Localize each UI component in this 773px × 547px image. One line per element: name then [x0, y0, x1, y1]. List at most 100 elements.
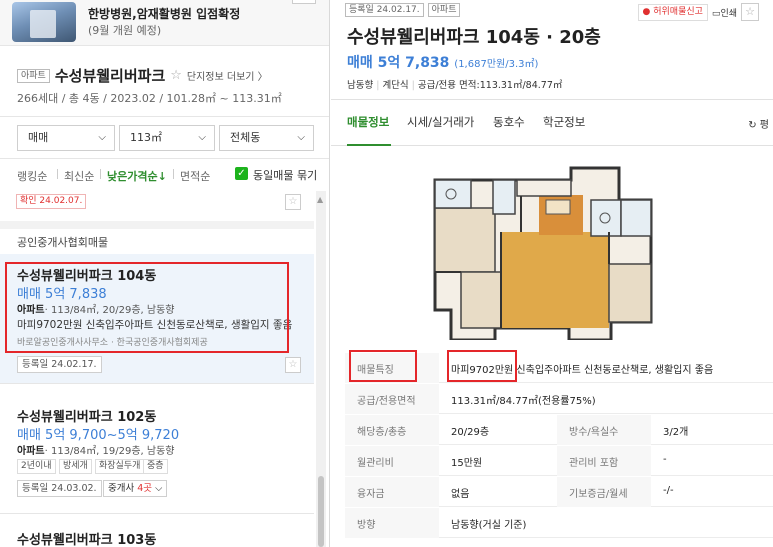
dong-select[interactable]: 전체동 ⌵ [219, 125, 314, 151]
sort-bar: 랭킹순 최신순 낮은가격순↓ 면적순 ✓ 동일매물 묶기 [0, 159, 329, 191]
list-item[interactable]: 수성뷰웰리버파크 102동 매매 5억 9,700~5억 9,720 아파트· … [0, 393, 314, 508]
row-label: 기보증금/월세 [569, 489, 628, 500]
listing-date: 등록일 24.02.17. [17, 356, 102, 373]
promo-close-edge[interactable] [292, 0, 316, 4]
tab-listing-info[interactable]: 매물정보 [347, 114, 389, 130]
detail-date-tag: 등록일 24.02.17. [345, 3, 424, 17]
listing-date: 등록일 24.03.02. [17, 480, 102, 497]
agent-count-value: 4곳 [137, 483, 153, 494]
sort-latest[interactable]: 최신순 [64, 168, 94, 184]
confirm-badge: 확인 24.02.07. [16, 194, 87, 209]
dong-value: 전체동 [230, 131, 261, 144]
report-label: 허위매물신고 [653, 6, 703, 17]
chevron-down-icon: ⌵ [297, 132, 305, 143]
tab-school-info[interactable]: 학군정보 [543, 114, 585, 130]
detail-price: 매매 5억 7,838 (1,687만원/3.3㎡) [347, 52, 538, 72]
tab-unit-number[interactable]: 동호수 [493, 114, 525, 130]
complex-header: 아파트 수성뷰웰리버파크 ☆ 단지정보 더보기 〉 266세대 / 총 4동 /… [0, 46, 329, 116]
row-label: 관리비 포함 [569, 458, 619, 469]
row-label: 융자금 [357, 489, 385, 500]
row-label: 해당층/총층 [357, 427, 407, 438]
detail-type-tag: 아파트 [427, 3, 461, 17]
scrollbar-thumb[interactable] [318, 476, 324, 547]
meta-direction: 남동향 [347, 80, 374, 91]
detail-row-floor: 해당층/총층 20/29층 방수/욕실수 3/2개 [345, 415, 773, 445]
meta-area: 공급/전용 면적:113.31㎡/84.77㎡ [417, 80, 563, 91]
row-label: 공급/전용면적 [357, 396, 416, 407]
checkbox-checked-icon[interactable]: ✓ [235, 167, 248, 180]
complex-more-link[interactable]: 단지정보 더보기 〉 [187, 68, 268, 83]
sort-low-price[interactable]: 낮은가격순↓ [107, 168, 167, 184]
row-value: 남동향(거실 기준) [451, 520, 527, 531]
section-gap [0, 221, 314, 229]
row-label: 방수/욕실수 [569, 427, 619, 438]
print-button[interactable]: ▭인쇄 [712, 6, 737, 19]
divider [100, 169, 101, 179]
row-label: 월관리비 [357, 458, 394, 469]
detail-meta: 남동향 | 계단식 | 공급/전용 면적:113.31㎡/84.77㎡ [347, 77, 562, 91]
highlight-box [447, 350, 517, 382]
listing-tag: 중층 [143, 459, 168, 474]
listing-list[interactable]: 확인 24.02.07. ☆ 공인중개사협회매물 수성뷰웰리버파크 104동 매… [0, 191, 314, 547]
favorite-star-icon[interactable]: ☆ [170, 68, 182, 83]
floor-plan-image[interactable] [421, 160, 659, 340]
row-value: -/- [663, 485, 674, 496]
listing-name: 수성뷰웰리버파크 103동 [17, 533, 157, 547]
agent-count-dropdown[interactable]: 중개사 4곳 ⌵ [103, 480, 168, 497]
divider [57, 169, 58, 179]
favorite-star-icon[interactable]: ☆ [741, 3, 759, 21]
group-same-listings-label[interactable]: 동일매물 묶기 [253, 167, 317, 183]
app-root: 한방병원,암재활병원 입점확정 (9월 개원 예정) 아파트 수성뷰웰리버파크 … [0, 0, 773, 547]
row-value: 15만원 [451, 458, 483, 469]
listing-price: 매매 5억 9,700~5억 9,720 [17, 428, 180, 443]
listing-name: 수성뷰웰리버파크 102동 [17, 410, 157, 425]
area-unit-label: 평 [759, 120, 769, 131]
row-label: 방향 [357, 520, 376, 531]
list-scrollbar[interactable]: ▲ [316, 191, 326, 547]
tab-price-history[interactable]: 시세/실거래가 [407, 114, 474, 130]
sort-area[interactable]: 면적순 [180, 168, 210, 184]
chevron-down-icon: ⌵ [98, 132, 106, 143]
meta-stairs: 계단식 [382, 80, 409, 91]
report-button[interactable]: ● 허위매물신고 [637, 3, 708, 21]
complex-title-row: 아파트 수성뷰웰리버파크 ☆ 단지정보 더보기 〉 [17, 65, 268, 86]
detail-panel: 등록일 24.02.17. 아파트 ● 허위매물신고 ▭인쇄 ☆ 수성뷰웰리버파… [331, 0, 773, 547]
trade-type-value: 매매 [28, 131, 49, 144]
divider: | [411, 80, 415, 91]
divider [0, 513, 314, 514]
detail-tabs: 매물정보 시세/실거래가 동호수 학군정보 ↻ 평 [331, 100, 773, 146]
scroll-up-icon[interactable]: ▲ [317, 195, 323, 204]
complex-name: 수성뷰웰리버파크 [54, 67, 166, 85]
highlight-box [349, 350, 417, 382]
row-value: - [663, 454, 667, 465]
listing-tag: 방세개 [59, 459, 92, 474]
section-title: 공인중개사협회매물 [17, 236, 109, 249]
detail-row-maintenance: 월관리비 15만원 관리비 포함 - [345, 446, 773, 476]
promo-title: 한방병원,암재활병원 입점확정 [88, 7, 241, 21]
favorite-star-icon[interactable]: ☆ [285, 194, 301, 210]
listing-panel: 한방병원,암재활병원 입점확정 (9월 개원 예정) 아파트 수성뷰웰리버파크 … [0, 0, 330, 547]
divider [0, 383, 314, 384]
alert-icon: ● [642, 6, 651, 17]
complex-info: 266세대 / 총 4동 / 2023.02 / 101.28㎡ ~ 113.3… [17, 92, 282, 105]
row-value: 없음 [451, 489, 470, 500]
detail-price-per: (1,687만원/3.3㎡) [454, 59, 539, 70]
listing-spec: 아파트· 113/84㎡, 19/29층, 남동향 [17, 442, 174, 457]
refresh-icon: ↻ [748, 120, 757, 131]
trade-type-select[interactable]: 매매 ⌵ [17, 125, 115, 151]
promo-thumbnail [12, 2, 76, 42]
list-item[interactable]: 수성뷰웰리버파크 103동 [0, 521, 314, 547]
sort-ranking[interactable]: 랭킹순 [17, 168, 47, 184]
list-item-prev[interactable]: 확인 24.02.07. ☆ [0, 191, 314, 221]
listing-tag: 화장실두개 [95, 459, 145, 474]
print-label: 인쇄 [720, 8, 737, 19]
chevron-down-icon: ⌵ [155, 483, 163, 494]
listing-type: 아파트 [17, 446, 45, 457]
area-unit-toggle[interactable]: ↻ 평 [748, 116, 769, 131]
complex-type-tag: 아파트 [17, 68, 50, 83]
detail-actions: ● 허위매물신고 ▭인쇄 ☆ [637, 3, 759, 21]
favorite-star-icon[interactable]: ☆ [285, 357, 301, 373]
promo-banner[interactable]: 한방병원,암재활병원 입점확정 (9월 개원 예정) [0, 0, 329, 46]
area-select[interactable]: 113㎡ ⌵ [119, 125, 215, 151]
highlight-box [5, 262, 289, 353]
